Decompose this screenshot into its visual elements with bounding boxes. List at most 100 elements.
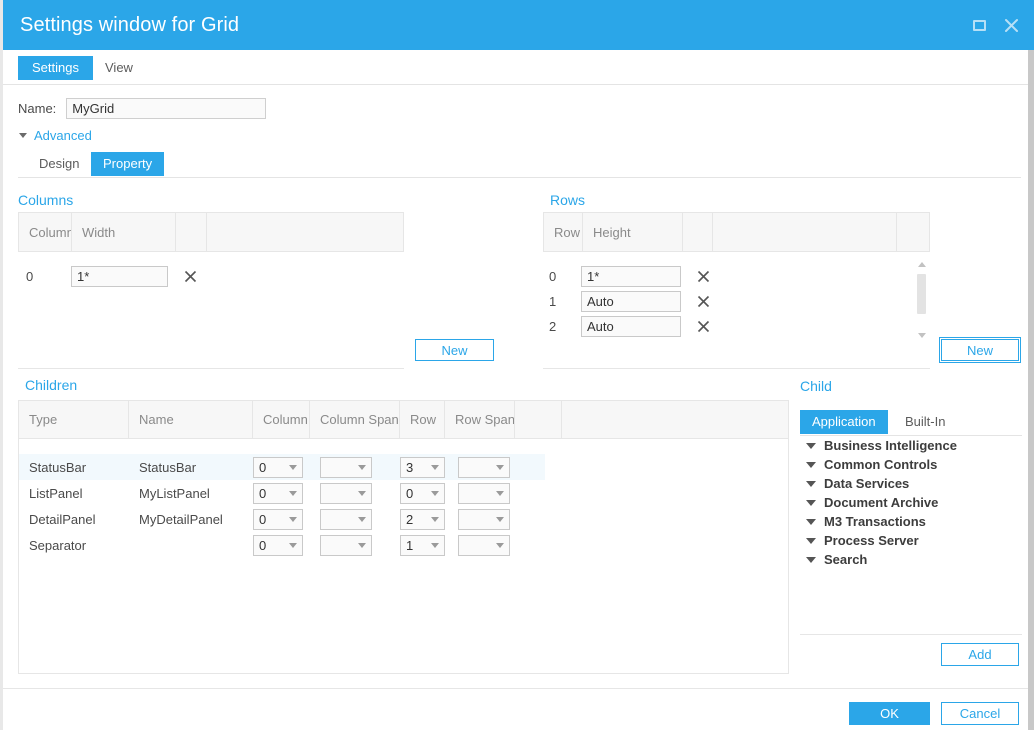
columns-new-button[interactable]: New <box>415 339 494 361</box>
tree-item-m3-transactions[interactable]: M3 Transactions <box>800 512 1022 531</box>
delete-column-button[interactable] <box>182 269 198 285</box>
table-row[interactable]: DetailPanel MyDetailPanel 0 2 <box>19 506 788 532</box>
close-icon <box>184 270 196 283</box>
child-row-select[interactable]: 2 <box>400 508 445 530</box>
child-column-value: 0 <box>259 485 267 501</box>
advanced-label: Advanced <box>34 128 92 143</box>
child-column-select[interactable]: 0 <box>253 534 303 556</box>
main-tab-bar: Settings View <box>3 50 1028 85</box>
child-column-span-select[interactable] <box>320 534 372 556</box>
rows-scrollbar-thumb[interactable] <box>917 274 926 314</box>
name-input[interactable] <box>66 98 267 119</box>
row-height-input[interactable] <box>581 266 681 287</box>
tree-item-document-archive[interactable]: Document Archive <box>800 493 1022 512</box>
column-width-input[interactable] <box>71 266 168 287</box>
child-column-span-select[interactable] <box>320 456 372 478</box>
scroll-up-arrow[interactable] <box>918 262 926 267</box>
rows-table-header: Row Height <box>543 212 930 252</box>
chevron-down-icon <box>431 542 439 548</box>
rows-header-actions <box>683 213 713 251</box>
tree-item-common-controls[interactable]: Common Controls <box>800 455 1022 474</box>
child-row-value: 2 <box>406 511 414 527</box>
delete-row-button[interactable] <box>695 294 711 310</box>
footer-divider <box>3 688 1028 689</box>
tree-item-business-intelligence[interactable]: Business Intelligence <box>800 436 1022 455</box>
row-index: 0 <box>549 269 557 284</box>
children-table-body: StatusBar StatusBar 0 3 ListPanel MyList… <box>19 439 788 558</box>
children-header-row: Row <box>400 401 445 438</box>
tab-built-in[interactable]: Built-In <box>893 410 957 434</box>
close-icon <box>697 270 709 283</box>
tree-item-label: Business Intelligence <box>824 438 957 453</box>
delete-row-button[interactable] <box>695 319 711 335</box>
tree-item-data-services[interactable]: Data Services <box>800 474 1022 493</box>
child-row-span-select[interactable] <box>458 508 510 530</box>
child-row-span-select[interactable] <box>458 534 510 556</box>
chevron-down-icon <box>358 464 366 470</box>
child-panel: Child Application Built-In Business Inte… <box>800 378 1022 567</box>
delete-row-button[interactable] <box>695 269 711 285</box>
columns-section-title: Columns <box>18 192 74 208</box>
child-column-value: 0 <box>259 459 267 475</box>
child-column-select[interactable]: 0 <box>253 482 303 504</box>
columns-header-spacer <box>207 213 403 251</box>
tree-item-search[interactable]: Search <box>800 550 1022 569</box>
row-index: 1 <box>549 294 557 309</box>
table-row[interactable]: Separator 0 1 <box>19 532 788 558</box>
rows-header-height: Height <box>583 213 683 251</box>
tab-view[interactable]: View <box>91 56 147 80</box>
tab-settings[interactable]: Settings <box>18 56 93 80</box>
child-column-select[interactable]: 0 <box>253 456 303 478</box>
chevron-down-icon <box>431 464 439 470</box>
child-tree: Business Intelligence Common Controls Da… <box>800 436 1022 569</box>
child-row-span-select[interactable] <box>458 456 510 478</box>
chevron-down-icon <box>806 537 816 544</box>
columns-header-actions <box>176 213 207 251</box>
rows-scrollbar[interactable] <box>916 262 928 338</box>
window-scrollbar-thumb[interactable] <box>1028 50 1034 730</box>
scroll-down-arrow[interactable] <box>918 333 926 338</box>
child-section-title: Child <box>800 378 832 394</box>
child-name: MyListPanel <box>139 485 210 501</box>
child-column-select[interactable]: 0 <box>253 508 303 530</box>
close-icon <box>697 320 709 333</box>
ok-button[interactable]: OK <box>849 702 930 725</box>
chevron-down-icon <box>289 464 297 470</box>
tab-application[interactable]: Application <box>800 410 888 434</box>
tab-property[interactable]: Property <box>91 152 165 176</box>
chevron-down-icon <box>806 556 816 563</box>
children-table: Type Name Column Column Span Row Row Spa… <box>18 400 789 674</box>
child-row-value: 3 <box>406 459 414 475</box>
child-row-select[interactable]: 3 <box>400 456 445 478</box>
chevron-down-icon <box>289 542 297 548</box>
chevron-down-icon <box>496 490 504 496</box>
rows-header-spacer <box>713 213 897 251</box>
close-button[interactable] <box>1002 16 1020 34</box>
row-height-input[interactable] <box>581 316 681 337</box>
child-row-select[interactable]: 1 <box>400 534 445 556</box>
cancel-button[interactable]: Cancel <box>941 702 1019 725</box>
row-height-input[interactable] <box>581 291 681 312</box>
tree-item-label: Process Server <box>824 533 919 548</box>
rows-new-button[interactable]: New <box>939 337 1021 363</box>
window-scrollbar-track[interactable] <box>1028 50 1034 730</box>
child-tab-bar: Application Built-In <box>800 410 1022 436</box>
tab-design[interactable]: Design <box>27 152 91 176</box>
add-child-button[interactable]: Add <box>941 643 1019 666</box>
table-row[interactable]: ListPanel MyListPanel 0 0 <box>19 480 788 506</box>
child-row-select[interactable]: 0 <box>400 482 445 504</box>
tree-item-process-server[interactable]: Process Server <box>800 531 1022 550</box>
child-column-span-select[interactable] <box>320 508 372 530</box>
table-row[interactable]: StatusBar StatusBar 0 3 <box>19 454 545 480</box>
maximize-button[interactable] <box>970 16 988 34</box>
chevron-down-icon <box>806 480 816 487</box>
chevron-down-icon <box>358 542 366 548</box>
advanced-tab-bar: Design Property <box>18 152 1021 178</box>
settings-window: Settings window for Grid Settings View N… <box>0 0 1034 730</box>
children-header-type: Type <box>19 401 129 438</box>
close-icon <box>1004 18 1018 32</box>
rows-header-row: Row <box>544 213 583 251</box>
child-column-span-select[interactable] <box>320 482 372 504</box>
child-row-span-select[interactable] <box>458 482 510 504</box>
advanced-toggle[interactable]: Advanced <box>19 128 92 143</box>
